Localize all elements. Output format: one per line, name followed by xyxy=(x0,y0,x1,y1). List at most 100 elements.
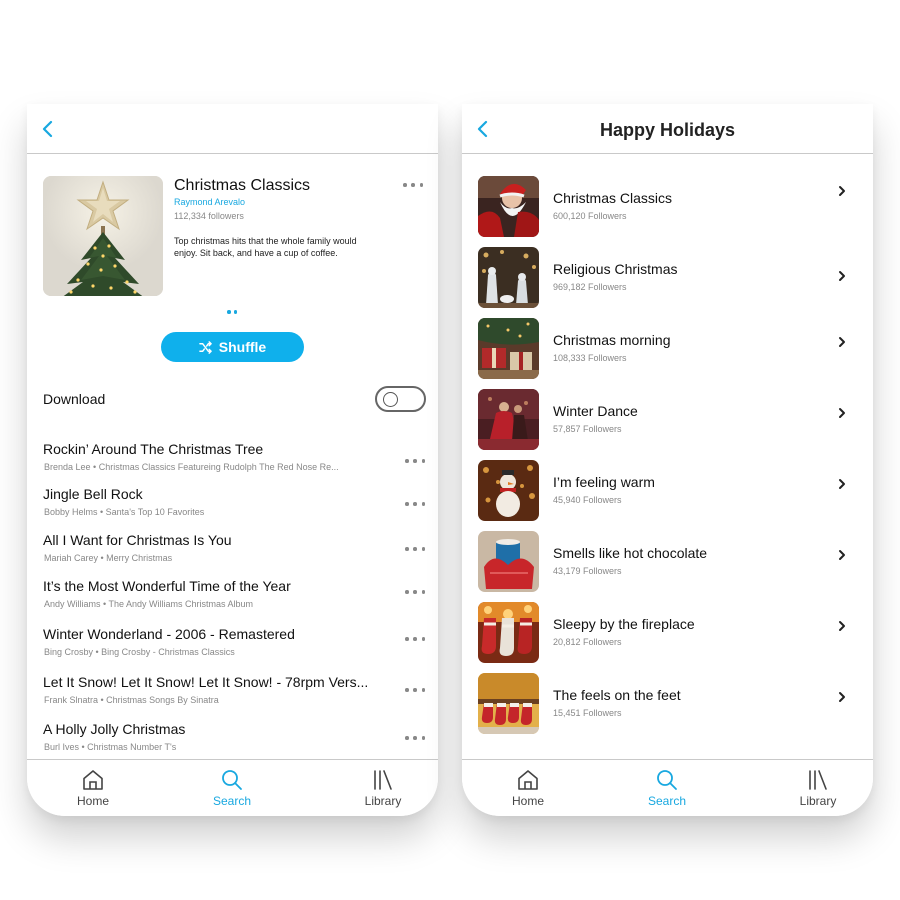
tab-bar: Home Search Library xyxy=(462,759,873,816)
track-title: Rockin’ Around The Christmas Tree xyxy=(43,441,264,457)
playlist-item[interactable]: Sleepy by the fireplace 20,812 Followers xyxy=(478,602,858,664)
playlist-item[interactable]: Christmas Classics 600,120 Followers xyxy=(478,176,858,238)
playlist-item[interactable]: Christmas morning 108,333 Followers xyxy=(478,318,858,380)
tab-search[interactable]: Search xyxy=(192,768,272,813)
playlist-followers: 969,182 Followers xyxy=(553,282,627,292)
tab-home-label: Home xyxy=(511,794,544,808)
tab-home[interactable]: Home xyxy=(53,768,133,813)
playlist-title: Smells like hot chocolate xyxy=(553,545,708,561)
chevron-right-icon xyxy=(839,271,845,281)
header xyxy=(27,104,438,154)
track-subtitle: Andy Williams • The Andy Williams Christ… xyxy=(44,599,254,609)
playlist-description: Top christmas hits that the whole family… xyxy=(174,236,357,258)
track-title: Winter Wonderland - 2006 - Remastered xyxy=(43,626,295,642)
playlist-cover xyxy=(43,176,163,296)
tab-search-label: Search xyxy=(647,794,687,808)
tab-search-label: Search xyxy=(212,794,252,808)
download-label: Download xyxy=(43,391,106,407)
playlist-followers: 20,812 Followers xyxy=(553,637,622,647)
playlist-followers: 57,857 Followers xyxy=(553,424,622,434)
chevron-right-icon xyxy=(839,337,845,347)
playlist-title: Christmas Classics xyxy=(174,177,311,194)
playlist-item[interactable]: Smells like hot chocolate 43,179 Followe… xyxy=(478,531,858,593)
playlist-more-options-icon[interactable] xyxy=(401,179,425,191)
chevron-right-icon xyxy=(839,186,845,196)
playlist-thumbnail xyxy=(478,176,539,237)
track-subtitle: Burl Ives • Christmas Number T's xyxy=(44,742,177,752)
tab-home[interactable]: Home xyxy=(488,768,568,813)
track-subtitle: Mariah Carey • Merry Christmas xyxy=(44,553,173,563)
chevron-right-icon xyxy=(839,408,845,418)
chevron-right-icon xyxy=(839,550,845,560)
track-title: Jingle Bell Rock xyxy=(43,486,143,502)
download-toggle[interactable] xyxy=(375,386,426,412)
track-row[interactable]: All I Want for Christmas Is You Mariah C… xyxy=(43,532,433,572)
playlist-followers: 600,120 Followers xyxy=(553,211,627,221)
track-row[interactable]: A Holly Jolly Christmas Burl Ives • Chri… xyxy=(43,721,433,761)
playlist-owner-link[interactable]: Raymond Arevalo xyxy=(174,197,245,207)
header: Happy Holidays xyxy=(462,104,873,154)
track-more-options-icon[interactable] xyxy=(403,498,427,510)
tab-search[interactable]: Search xyxy=(627,768,707,813)
playlist-thumbnail xyxy=(478,531,539,592)
track-row[interactable]: Jingle Bell Rock Bobby Helms • Santa's T… xyxy=(43,486,433,526)
track-title: A Holly Jolly Christmas xyxy=(43,721,186,737)
tab-library-label: Library xyxy=(799,794,837,808)
playlist-title: Christmas Classics xyxy=(553,190,673,206)
library-icon xyxy=(374,770,392,790)
playlist-title: The feels on the feet xyxy=(553,687,681,703)
home-icon xyxy=(518,770,538,790)
tab-library[interactable]: Library xyxy=(778,768,858,813)
track-row[interactable]: Let It Snow! Let It Snow! Let It Snow! -… xyxy=(43,674,433,714)
track-title: Let It Snow! Let It Snow! Let It Snow! -… xyxy=(43,674,369,690)
playlist-thumbnail xyxy=(478,602,539,663)
page-indicator xyxy=(227,310,237,314)
playlist-followers: 45,940 Followers xyxy=(553,495,622,505)
playlist-screen: Christmas Classics Raymond Arevalo 112,3… xyxy=(27,104,438,816)
track-row[interactable]: Winter Wonderland - 2006 - Remastered Bi… xyxy=(43,626,433,666)
track-row[interactable]: Rockin’ Around The Christmas Tree Brenda… xyxy=(43,441,433,481)
track-subtitle: Brenda Lee • Christmas Classics Featurei… xyxy=(44,462,339,472)
playlist-followers: 108,333 Followers xyxy=(553,353,627,363)
christmas-tree-star-image xyxy=(43,176,163,296)
playlist-thumbnail xyxy=(478,389,539,450)
track-title: It’s the Most Wonderful Time of the Year xyxy=(43,578,291,594)
track-more-options-icon[interactable] xyxy=(403,732,427,744)
playlist-thumbnail xyxy=(478,460,539,521)
tab-bar: Home Search Library xyxy=(27,759,438,816)
back-arrow-icon[interactable] xyxy=(39,118,59,140)
page-title: Happy Holidays xyxy=(599,120,736,140)
chevron-right-icon xyxy=(839,621,845,631)
track-more-options-icon[interactable] xyxy=(403,633,427,645)
tab-home-label: Home xyxy=(76,794,109,808)
track-row[interactable]: It’s the Most Wonderful Time of the Year… xyxy=(43,578,433,618)
track-subtitle: Bobby Helms • Santa's Top 10 Favorites xyxy=(44,507,205,517)
track-more-options-icon[interactable] xyxy=(403,455,427,467)
playlist-item[interactable]: I’m feeling warm 45,940 Followers xyxy=(478,460,858,522)
playlist-followers: 43,179 Followers xyxy=(553,566,622,576)
tab-library[interactable]: Library xyxy=(343,768,423,813)
chevron-right-icon xyxy=(839,479,845,489)
home-icon xyxy=(83,770,103,790)
playlist-item[interactable]: Religious Christmas 969,182 Followers xyxy=(478,247,858,309)
playlist-thumbnail xyxy=(478,247,539,308)
shuffle-button[interactable]: Shuffle xyxy=(161,332,304,362)
shuffle-label: Shuffle xyxy=(218,339,267,355)
playlist-title: Religious Christmas xyxy=(553,261,678,277)
shuffle-icon xyxy=(198,340,212,354)
track-more-options-icon[interactable] xyxy=(403,684,427,696)
playlist-thumbnail xyxy=(478,318,539,379)
track-more-options-icon[interactable] xyxy=(403,543,427,555)
playlist-title: Winter Dance xyxy=(553,403,638,419)
category-screen: Happy Holidays Christmas Classics 600,12… xyxy=(462,104,873,816)
playlist-thumbnail xyxy=(478,673,539,734)
playlist-item[interactable]: Winter Dance 57,857 Followers xyxy=(478,389,858,451)
library-icon xyxy=(809,770,827,790)
tab-library-label: Library xyxy=(364,794,402,808)
track-subtitle: Bing Crosby • Bing Crosby - Christmas Cl… xyxy=(44,647,235,657)
search-icon xyxy=(222,770,242,790)
track-subtitle: Frank Slnatra • Christmas Songs By Sinat… xyxy=(44,695,219,705)
playlist-title: Sleepy by the fireplace xyxy=(553,616,695,632)
playlist-item[interactable]: The feels on the feet 15,451 Followers xyxy=(478,673,858,735)
track-more-options-icon[interactable] xyxy=(403,586,427,598)
